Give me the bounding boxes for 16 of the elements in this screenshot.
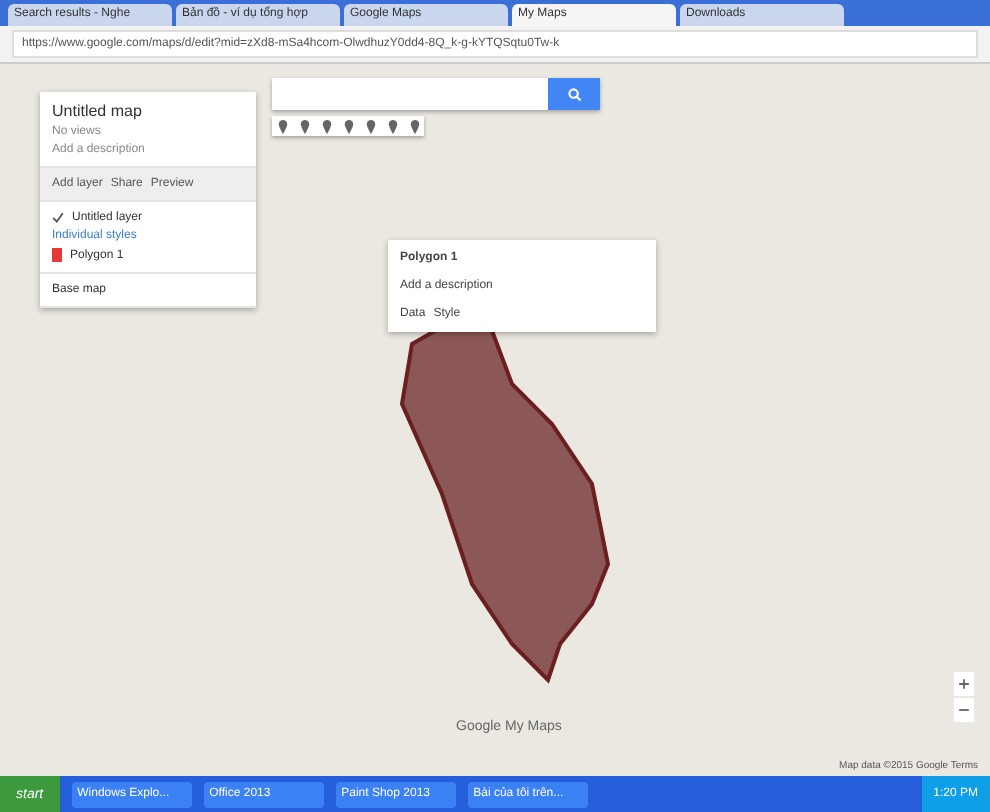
minus-icon <box>958 703 970 715</box>
map-tool-icon[interactable] <box>272 116 292 136</box>
plus-icon <box>958 677 970 689</box>
zoom-out-button[interactable] <box>954 698 974 722</box>
search-button[interactable] <box>548 78 600 110</box>
zoom-in-button[interactable] <box>954 672 974 696</box>
layer-checkbox[interactable] <box>52 212 64 224</box>
search-field[interactable] <box>272 78 600 110</box>
search-icon <box>567 87 581 101</box>
map-tool-icon[interactable] <box>404 116 424 136</box>
map-tool-icon[interactable] <box>294 116 314 136</box>
map-tool-icon[interactable] <box>360 116 380 136</box>
map-tool-icon[interactable] <box>338 116 358 136</box>
map-tool-icon[interactable] <box>316 116 336 136</box>
map-tool-icon[interactable] <box>382 116 402 136</box>
map-title: Untitled map <box>52 102 144 120</box>
